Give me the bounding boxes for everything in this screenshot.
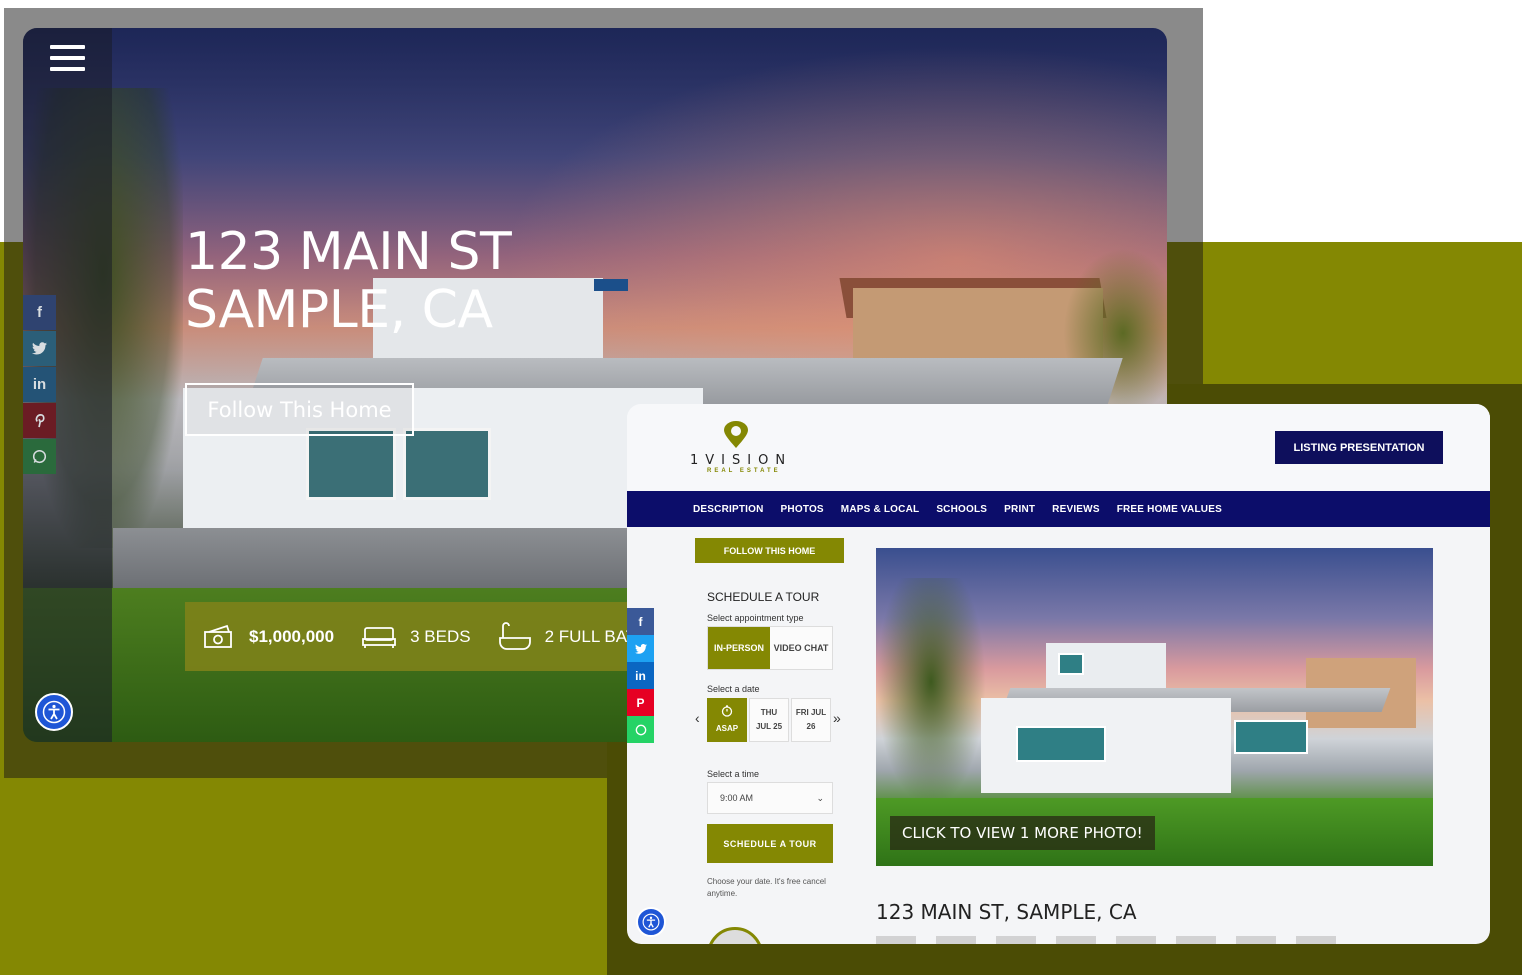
schedule-tour-button[interactable]: SCHEDULE A TOUR: [707, 824, 833, 863]
stopwatch-icon: [721, 704, 733, 717]
chevron-left-icon[interactable]: ‹: [695, 710, 700, 726]
bathtub-icon: [498, 621, 531, 650]
time-select[interactable]: 9:00 AM ⌄: [707, 782, 833, 814]
logo-wordmark: 1VISION: [690, 453, 793, 468]
listing-site-mockup: 1VISION REAL ESTATE LISTING PRESENTATION…: [627, 404, 1490, 944]
nav-reviews[interactable]: REVIEWS: [1052, 504, 1100, 515]
pinterest-icon[interactable]: P: [627, 689, 654, 716]
avatar: [707, 927, 763, 944]
site-social-share: f in P: [627, 608, 654, 743]
house-window: [1058, 653, 1084, 675]
listing-address: 123 MAIN ST, SAMPLE, CA: [876, 900, 1137, 924]
date-line2: 26: [806, 722, 816, 731]
nav-free-home-values[interactable]: FREE HOME VALUES: [1117, 504, 1222, 515]
date-line1: ASAP: [715, 723, 739, 733]
house-window: [1234, 720, 1308, 754]
date-option[interactable]: FRI JUL 26: [791, 698, 831, 742]
beds-stat: 3 BEDS: [362, 625, 471, 649]
appointment-type-toggle: IN-PERSON VIDEO CHAT: [707, 626, 833, 670]
twitter-icon[interactable]: [23, 331, 56, 366]
date-line1: THU: [760, 708, 778, 717]
house-window: [594, 279, 628, 291]
accessibility-icon[interactable]: [636, 907, 666, 937]
twitter-icon[interactable]: [627, 635, 654, 662]
hero-address-line2: SAMPLE, CA: [185, 280, 493, 340]
palm-tree: [876, 578, 986, 808]
nav-maps-local[interactable]: MAPS & LOCAL: [841, 504, 920, 515]
date-option[interactable]: THU JUL 25: [749, 698, 789, 742]
view-more-photos-button[interactable]: CLICK TO VIEW 1 MORE PHOTO!: [890, 816, 1155, 850]
appointment-type-label: Select appointment type: [707, 613, 804, 623]
date-line2: JUL 25: [755, 722, 783, 731]
listing-presentation-button[interactable]: LISTING PRESENTATION: [1275, 431, 1443, 464]
house-window: [403, 428, 491, 500]
pinterest-icon[interactable]: [23, 403, 56, 438]
whatsapp-icon[interactable]: [627, 716, 654, 743]
site-header: 1VISION REAL ESTATE LISTING PRESENTATION: [627, 404, 1490, 491]
date-picker: ‹ ASAP THU JUL 25 FRI JUL 26 »: [695, 698, 855, 746]
price-value: $1,000,000: [249, 626, 335, 646]
nav-description[interactable]: DESCRIPTION: [693, 504, 764, 515]
marketing-composite: f in 123 MAIN ST SAMPLE, CA Follow This …: [0, 0, 1522, 975]
nav-print[interactable]: PRINT: [1004, 504, 1035, 515]
schedule-fine-print: Choose your date. It's free cancel anyti…: [707, 877, 826, 898]
whatsapp-icon[interactable]: [23, 439, 56, 474]
bed-icon: [362, 626, 396, 648]
logo-subtitle: REAL ESTATE: [707, 468, 781, 474]
date-option-asap[interactable]: ASAP: [707, 698, 747, 742]
facebook-icon[interactable]: f: [23, 295, 56, 330]
beds-value: 3 BEDS: [410, 626, 471, 646]
chevron-right-icon[interactable]: »: [833, 710, 841, 726]
video-chat-option[interactable]: VIDEO CHAT: [770, 627, 832, 669]
house-window: [306, 428, 396, 500]
property-stats-bar: $1,000,000 3 BEDS 2 FULL BATHS: [185, 602, 627, 671]
listing-photo[interactable]: CLICK TO VIEW 1 MORE PHOTO!: [876, 548, 1433, 866]
time-label: Select a time: [707, 769, 760, 779]
date-label: Select a date: [707, 684, 760, 694]
baths-value: 2 FULL BATHS: [544, 626, 627, 646]
in-person-option[interactable]: IN-PERSON: [708, 627, 770, 669]
hero-address-line1: 123 MAIN ST: [185, 222, 512, 282]
follow-this-home-button[interactable]: FOLLOW THIS HOME: [695, 538, 844, 563]
house-window: [1016, 726, 1106, 762]
linkedin-icon[interactable]: in: [23, 367, 56, 402]
facebook-icon[interactable]: f: [627, 608, 654, 635]
location-pin-icon: [724, 421, 748, 448]
baths-stat: 2 FULL BATHS: [498, 621, 627, 652]
menu-icon[interactable]: [50, 45, 85, 73]
hero-address-title: 123 MAIN ST SAMPLE, CA: [185, 222, 512, 340]
listing-stats-peek: [876, 936, 1336, 944]
money-icon: [204, 624, 232, 648]
date-line1: FRI JUL: [795, 708, 827, 717]
accessibility-icon[interactable]: [35, 693, 73, 731]
site-nav: DESCRIPTION PHOTOS MAPS & LOCAL SCHOOLS …: [627, 491, 1490, 527]
schedule-title: SCHEDULE A TOUR: [707, 590, 820, 604]
price-stat: $1,000,000: [203, 624, 334, 650]
nav-schools[interactable]: SCHOOLS: [936, 504, 987, 515]
linkedin-icon[interactable]: in: [627, 662, 654, 689]
nav-photos[interactable]: PHOTOS: [781, 504, 824, 515]
time-value: 9:00 AM: [720, 793, 754, 803]
hero-social-share: f in: [23, 295, 56, 475]
chevron-down-icon: ⌄: [816, 792, 824, 803]
follow-this-home-button[interactable]: Follow This Home: [185, 383, 414, 436]
